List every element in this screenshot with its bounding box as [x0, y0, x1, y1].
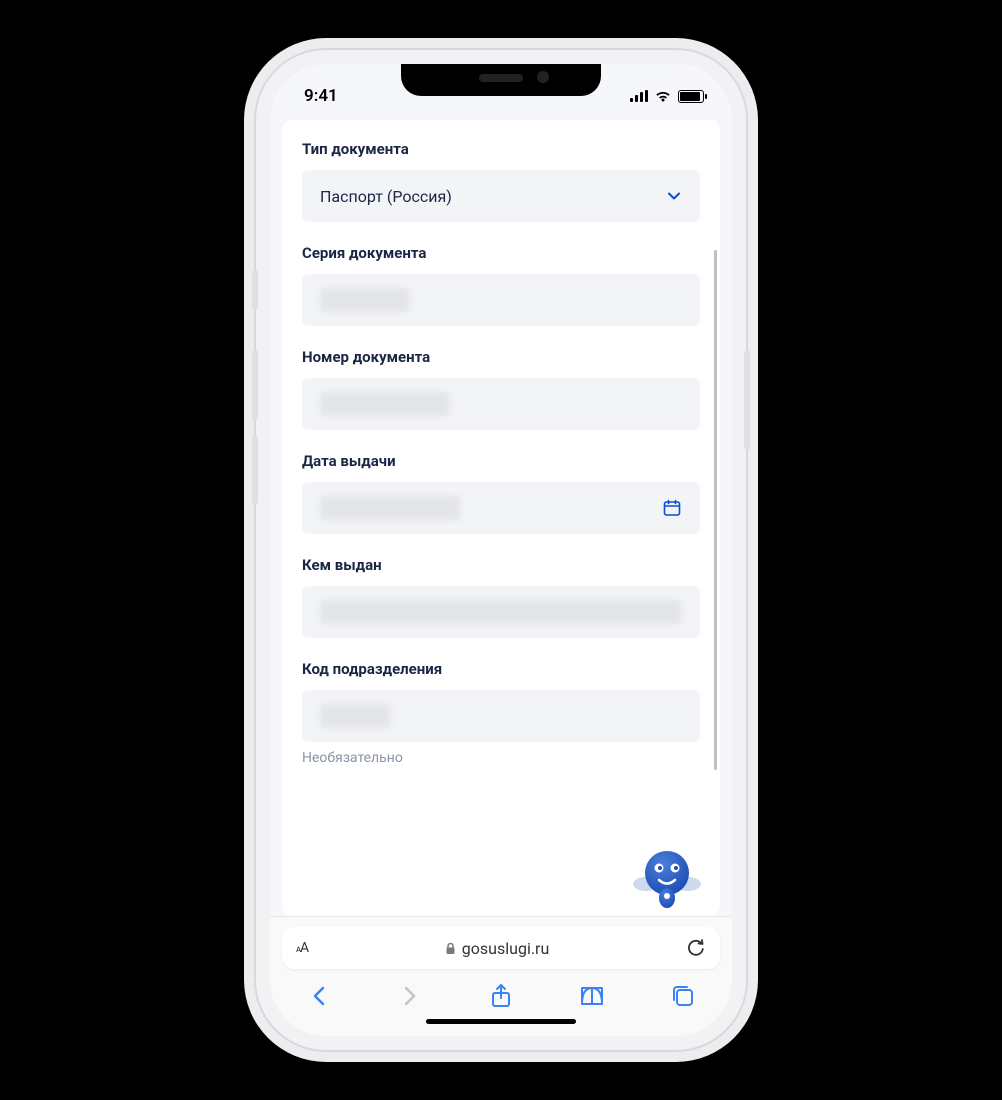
form-card: Тип документа Паспорт (Россия) Серия док… [282, 120, 720, 916]
battery-icon [678, 90, 704, 103]
screen: 9:41 Тип документа Паспорт (Россия) [270, 64, 732, 1036]
chevron-down-icon [666, 188, 682, 204]
share-button[interactable] [488, 983, 514, 1009]
volume-down [252, 435, 258, 505]
browser-toolbar [282, 969, 720, 1013]
input-doc-number[interactable] [302, 378, 700, 430]
assistant-mascot-icon[interactable] [632, 840, 702, 910]
forward-button [397, 983, 423, 1009]
bookmarks-button[interactable] [579, 983, 605, 1009]
url-bar[interactable]: ᴀA gosuslugi.ru [282, 927, 720, 969]
input-doc-series[interactable] [302, 274, 700, 326]
label-doc-series: Серия документа [302, 244, 700, 262]
field-doc-series: Серия документа [302, 244, 700, 326]
scrollbar[interactable] [714, 250, 717, 770]
volume-up [252, 350, 258, 420]
phone-mockup: 9:41 Тип документа Паспорт (Россия) [256, 50, 746, 1050]
field-issued-by: Кем выдан [302, 556, 700, 638]
browser-chrome: ᴀA gosuslugi.ru [270, 916, 732, 1036]
label-doc-number: Номер документа [302, 348, 700, 366]
power-button [744, 350, 750, 450]
field-dept-code: Код подразделения Необязательно [302, 660, 700, 766]
signal-icon [630, 90, 648, 102]
reader-aa-button[interactable]: ᴀA [296, 940, 308, 956]
tabs-button[interactable] [670, 983, 696, 1009]
field-doc-number: Номер документа [302, 348, 700, 430]
hint-dept-code: Необязательно [302, 750, 700, 766]
redacted-value [320, 496, 460, 520]
field-doc-type: Тип документа Паспорт (Россия) [302, 140, 700, 222]
label-dept-code: Код подразделения [302, 660, 700, 678]
lock-icon [445, 942, 456, 955]
label-issue-date: Дата выдачи [302, 452, 700, 470]
wifi-icon [654, 90, 672, 103]
input-issued-by[interactable] [302, 586, 700, 638]
redacted-value [320, 392, 450, 416]
url-domain: gosuslugi.ru [462, 939, 550, 958]
redacted-value [320, 704, 390, 728]
status-time: 9:41 [304, 86, 338, 106]
select-value: Паспорт (Россия) [320, 187, 452, 206]
redacted-value [320, 288, 410, 312]
select-doc-type[interactable]: Паспорт (Россия) [302, 170, 700, 222]
input-dept-code[interactable] [302, 690, 700, 742]
url-display: gosuslugi.ru [445, 939, 550, 958]
redacted-value [320, 600, 682, 624]
notch [401, 64, 601, 96]
page-content: Тип документа Паспорт (Россия) Серия док… [270, 112, 732, 916]
label-issued-by: Кем выдан [302, 556, 700, 574]
calendar-icon[interactable] [662, 498, 682, 518]
back-button[interactable] [306, 983, 332, 1009]
mute-switch [252, 270, 258, 310]
label-doc-type: Тип документа [302, 140, 700, 158]
home-indicator[interactable] [426, 1019, 576, 1024]
reload-icon[interactable] [686, 938, 706, 958]
field-issue-date: Дата выдачи [302, 452, 700, 534]
input-issue-date[interactable] [302, 482, 700, 534]
